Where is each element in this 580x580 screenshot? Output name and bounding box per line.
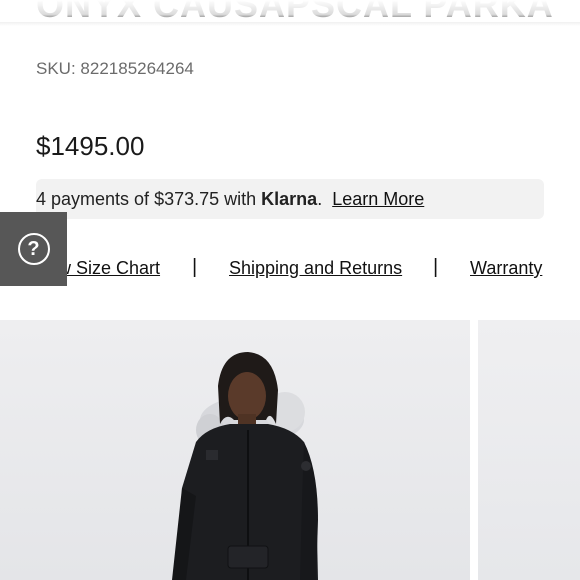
product-image-next[interactable] <box>478 320 580 580</box>
product-image-main[interactable] <box>0 320 470 580</box>
header-shadow <box>0 22 580 26</box>
product-price: $1495.00 <box>36 131 145 161</box>
product-sku: SKU: 822185264264 <box>36 59 194 79</box>
model-in-parka-illustration <box>172 352 318 580</box>
product-info-links: w Size Chart | Shipping and Returns | Wa… <box>0 256 580 284</box>
sku-value: 822185264264 <box>80 59 194 78</box>
size-chart-link[interactable]: w Size Chart <box>58 258 160 279</box>
klarna-brand: Klarna <box>261 188 318 209</box>
shipping-returns-link[interactable]: Shipping and Returns <box>229 258 402 279</box>
klarna-learn-more-link[interactable]: Learn More <box>332 189 424 210</box>
klarna-text: 4 payments of $373.75 with <box>36 188 257 209</box>
klarna-dot: . <box>317 188 323 209</box>
warranty-link[interactable]: Warranty <box>470 258 542 279</box>
help-question-icon: ? <box>17 233 50 265</box>
help-button[interactable]: ? <box>0 212 67 286</box>
sku-label: SKU: <box>36 59 76 78</box>
link-separator: | <box>433 256 439 278</box>
link-separator: | <box>192 256 198 278</box>
klarna-payment-bar: 4 payments of $373.75 with Klarna. Learn… <box>36 179 544 219</box>
